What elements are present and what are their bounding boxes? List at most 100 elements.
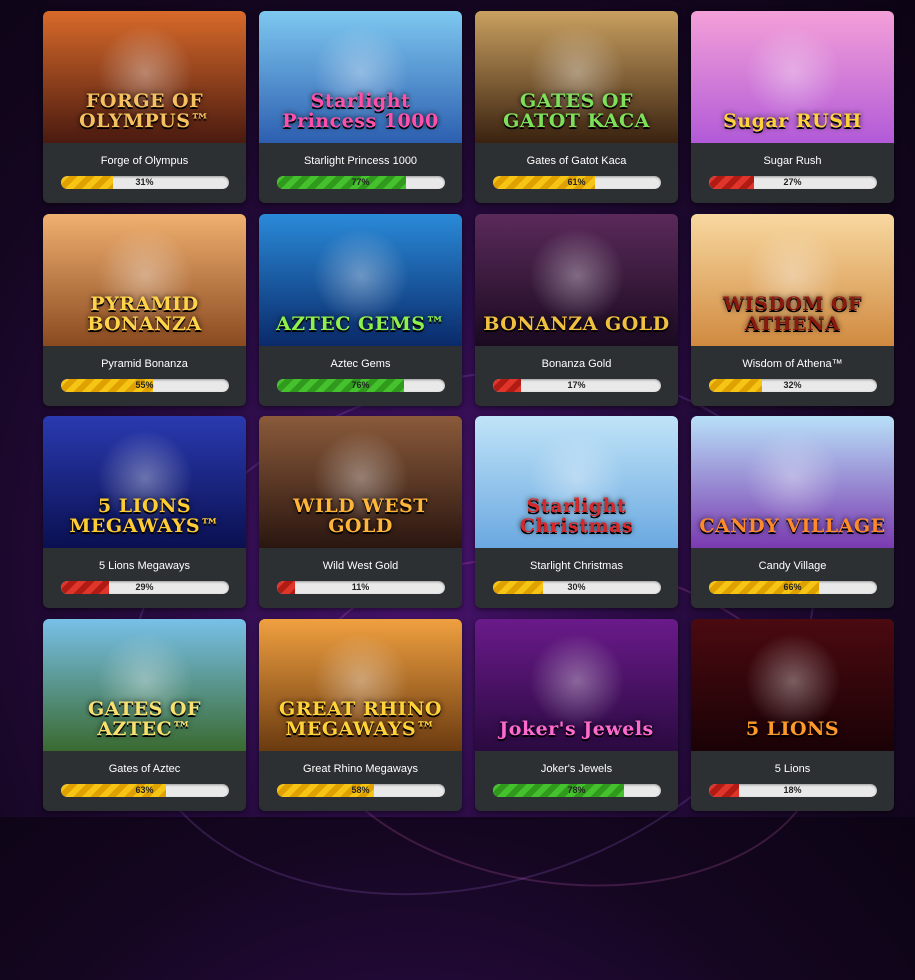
rtp-percent-label: 27% <box>783 177 802 187</box>
rtp-percent-label: 31% <box>135 177 154 187</box>
game-logo: Sugar RUSH <box>723 110 862 132</box>
rtp-progress-bar: 27% <box>708 176 877 189</box>
game-title: Sugar Rush <box>763 155 822 167</box>
game-card[interactable]: Sugar RUSH Sugar Rush 27% <box>691 11 894 203</box>
rtp-progress-bar: 17% <box>492 378 661 392</box>
rtp-percent-label: 78% <box>567 784 586 795</box>
game-card[interactable]: CANDY VILLAGE Candy Village 66% <box>691 416 894 608</box>
game-logo: GREAT RHINO MEGAWAYS™ <box>278 697 442 740</box>
game-card[interactable]: WISDOM OF ATHENA Wisdom of Athena™ 32% <box>691 213 894 406</box>
game-card[interactable]: GATES OF GATOT KACA Gates of Gatot Kaca … <box>475 11 678 203</box>
game-thumbnail[interactable]: PYRAMID BONANZA <box>43 213 246 346</box>
game-logo: 5 LIONS MEGAWAYS™ <box>69 495 220 537</box>
rtp-percent-label: 63% <box>135 784 154 795</box>
rtp-percent-label: 29% <box>135 582 154 592</box>
game-title: Candy Village <box>758 560 827 572</box>
game-title: 5 Lions Megaways <box>98 560 191 572</box>
game-card[interactable]: 5 LIONS 5 Lions 18% <box>691 618 894 811</box>
game-thumbnail[interactable]: Sugar RUSH <box>691 11 894 143</box>
thumbnail-highlight <box>528 227 625 324</box>
thumbnail-highlight <box>744 25 841 121</box>
rtp-progress-bar: 66% <box>708 581 877 594</box>
rtp-percent-label: 61% <box>567 177 586 187</box>
rtp-progress-bar: 18% <box>708 783 877 797</box>
rtp-progress-bar: 55% <box>60 378 229 392</box>
game-card[interactable]: BONANZA GOLD Bonanza Gold 17% <box>475 213 678 406</box>
game-thumbnail[interactable]: GREAT RHINO MEGAWAYS™ <box>259 618 462 751</box>
rtp-percent-label: 76% <box>351 379 370 390</box>
rtp-progress-bar: 30% <box>492 581 661 594</box>
game-card[interactable]: Joker's Jewels Joker's Jewels 78% <box>475 618 678 811</box>
game-card[interactable]: AZTEC GEMS™ Aztec Gems 76% <box>259 213 462 406</box>
rtp-progress-bar: 58% <box>276 783 445 797</box>
rtp-progress-bar: 77% <box>276 176 445 189</box>
game-card[interactable]: Starlight Christmas Starlight Christmas … <box>475 416 678 608</box>
game-thumbnail[interactable]: 5 LIONS MEGAWAYS™ <box>43 416 246 548</box>
rtp-percent-label: 11% <box>351 582 370 592</box>
game-logo: GATES OF AZTEC™ <box>88 697 201 740</box>
game-logo: AZTEC GEMS™ <box>276 312 445 335</box>
game-title: Gates of Aztec <box>108 762 181 775</box>
game-title: Wisdom of Athena™ <box>742 357 843 370</box>
rtp-progress-bar: 76% <box>276 378 445 392</box>
rtp-progress-bar: 61% <box>492 176 661 189</box>
game-title: Wild West Gold <box>322 560 399 572</box>
game-card[interactable]: GATES OF AZTEC™ Gates of Aztec 63% <box>43 618 246 811</box>
game-thumbnail[interactable]: AZTEC GEMS™ <box>259 213 462 346</box>
game-logo: Starlight Christmas <box>519 495 634 537</box>
game-card[interactable]: PYRAMID BONANZA Pyramid Bonanza 55% <box>43 213 246 406</box>
rtp-percent-label: 30% <box>567 582 586 592</box>
rtp-progress-bar: 11% <box>276 581 445 594</box>
game-thumbnail[interactable]: Starlight Christmas <box>475 416 678 548</box>
game-thumbnail[interactable]: WILD WEST GOLD <box>259 416 462 548</box>
game-logo: Starlight Princess 1000 <box>282 90 439 132</box>
game-logo: WILD WEST GOLD <box>293 495 428 537</box>
game-thumbnail[interactable]: 5 LIONS <box>691 618 894 751</box>
game-title: Gates of Gatot Kaca <box>526 155 627 167</box>
game-thumbnail[interactable]: Joker's Jewels <box>475 618 678 751</box>
game-card[interactable]: GREAT RHINO MEGAWAYS™ Great Rhino Megawa… <box>259 618 462 811</box>
rtp-percent-label: 32% <box>783 379 802 390</box>
game-logo: WISDOM OF ATHENA <box>722 292 863 335</box>
game-thumbnail[interactable]: WISDOM OF ATHENA <box>691 213 894 346</box>
game-logo: FORGE OF OLYMPUS™ <box>79 90 210 132</box>
rtp-progress-bar: 78% <box>492 783 661 797</box>
game-thumbnail[interactable]: FORGE OF OLYMPUS™ <box>43 11 246 143</box>
game-thumbnail[interactable]: BONANZA GOLD <box>475 213 678 346</box>
game-card[interactable]: 5 LIONS MEGAWAYS™ 5 Lions Megaways 29% <box>43 416 246 608</box>
rtp-percent-label: 77% <box>351 177 370 187</box>
thumbnail-highlight <box>744 430 841 526</box>
game-logo: BONANZA GOLD <box>483 312 670 335</box>
game-title: Joker's Jewels <box>540 762 613 775</box>
game-title: Aztec Gems <box>330 357 391 370</box>
game-logo: PYRAMID BONANZA <box>87 292 202 335</box>
game-title: Forge of Olympus <box>100 155 189 167</box>
game-logo: GATES OF GATOT KACA <box>503 90 650 132</box>
rtp-percent-label: 55% <box>135 379 154 390</box>
game-grid: FORGE OF OLYMPUS™ Forge of Olympus 31% S… <box>43 11 894 811</box>
game-thumbnail[interactable]: Starlight Princess 1000 <box>259 11 462 143</box>
rtp-progress-bar: 29% <box>60 581 229 594</box>
rtp-progress-bar: 31% <box>60 176 229 189</box>
game-thumbnail[interactable]: GATES OF AZTEC™ <box>43 618 246 751</box>
thumbnail-highlight <box>528 632 625 729</box>
game-card[interactable]: FORGE OF OLYMPUS™ Forge of Olympus 31% <box>43 11 246 203</box>
game-title: Starlight Princess 1000 <box>303 155 418 167</box>
rtp-percent-label: 66% <box>783 582 802 592</box>
game-card[interactable]: Starlight Princess 1000 Starlight Prince… <box>259 11 462 203</box>
rtp-progress-bar: 63% <box>60 783 229 797</box>
game-title: 5 Lions <box>774 762 811 775</box>
game-title: Starlight Christmas <box>530 560 623 572</box>
game-logo: CANDY VILLAGE <box>699 515 886 537</box>
game-logo: 5 LIONS <box>745 717 840 740</box>
thumbnail-highlight <box>744 632 841 729</box>
game-thumbnail[interactable]: GATES OF GATOT KACA <box>475 11 678 143</box>
game-card[interactable]: WILD WEST GOLD Wild West Gold 11% <box>259 416 462 608</box>
game-logo: Joker's Jewels <box>499 717 654 740</box>
game-title: Bonanza Gold <box>541 357 612 370</box>
game-thumbnail[interactable]: CANDY VILLAGE <box>691 416 894 548</box>
game-title: Pyramid Bonanza <box>101 357 188 370</box>
game-title: Great Rhino Megaways <box>303 762 418 775</box>
rtp-percent-label: 58% <box>351 784 370 795</box>
rtp-progress-bar: 32% <box>708 378 877 392</box>
